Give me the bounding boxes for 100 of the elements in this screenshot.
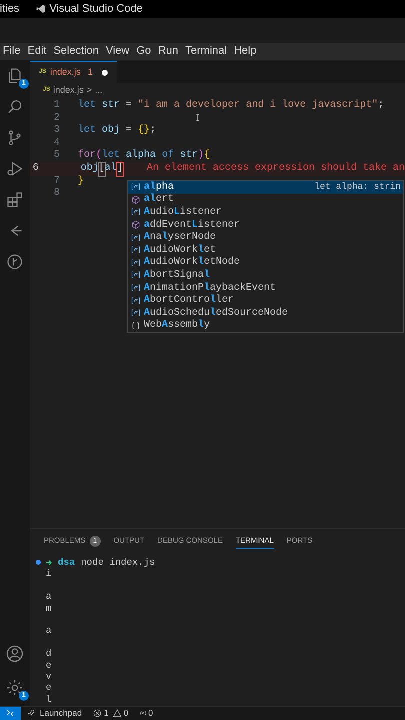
menu-item[interactable]: Help bbox=[234, 43, 257, 60]
suggestion-item[interactable]: addEventListener bbox=[128, 218, 403, 232]
line-number: 5 bbox=[52, 150, 60, 163]
suggestion-label: AnalyserNode bbox=[144, 230, 218, 244]
code-token: } bbox=[78, 176, 84, 188]
menu-item[interactable]: File bbox=[3, 43, 21, 60]
code-token: obj bbox=[101, 125, 120, 138]
cube-icon bbox=[131, 194, 141, 205]
code-token: "i am a developer and i love javascript" bbox=[138, 100, 378, 113]
terminal-output-line: l bbox=[45, 694, 53, 706]
ports-count[interactable]: 0 bbox=[148, 707, 154, 720]
code-token: ( bbox=[96, 150, 102, 162]
menu-item[interactable]: Run bbox=[158, 43, 178, 60]
menu-item[interactable]: View bbox=[106, 43, 130, 60]
breadcrumb-item[interactable]: ... bbox=[95, 84, 103, 98]
terminal-output-line: a bbox=[45, 591, 53, 603]
menu-item[interactable]: Edit bbox=[28, 43, 47, 60]
code-token: str bbox=[179, 150, 198, 162]
run-debug-icon[interactable] bbox=[6, 160, 24, 178]
breadcrumb-item[interactable]: index.js bbox=[53, 84, 84, 98]
code-token: ; bbox=[150, 125, 156, 138]
terminal-output-line: a bbox=[45, 625, 53, 637]
suggestion-label: AudioListener bbox=[144, 206, 224, 220]
variable-icon bbox=[131, 270, 141, 280]
terminal-command: node index.js bbox=[81, 557, 156, 568]
suggestion-label: AbortSignal bbox=[144, 268, 212, 282]
suggestion-label: alert bbox=[144, 192, 176, 206]
braces-icon bbox=[131, 320, 141, 331]
activities-label[interactable]: ities bbox=[0, 0, 20, 18]
problem-count: 1 bbox=[88, 66, 93, 79]
settings-icon[interactable] bbox=[6, 679, 24, 697]
extensions-icon[interactable] bbox=[6, 191, 24, 209]
suggestion-item[interactable]: AudioScheduledSourceNode bbox=[128, 306, 403, 320]
error-bracket: ] bbox=[116, 162, 123, 176]
suggestion-label: AudioWorklet bbox=[144, 244, 218, 256]
arrow-icon bbox=[45, 558, 53, 567]
variable-icon bbox=[131, 232, 141, 243]
source-control-icon[interactable] bbox=[6, 129, 24, 147]
code-token: let bbox=[78, 125, 96, 138]
suggestion-item[interactable]: AudioWorklet bbox=[128, 244, 403, 257]
suggestion-label: AudioScheduledSourceNode bbox=[144, 306, 290, 320]
error-icon[interactable] bbox=[93, 709, 102, 718]
suggestion-item[interactable]: AudioWorkletNode bbox=[128, 256, 403, 270]
suggestion-item[interactable]: AnimationPlaybackEvent bbox=[128, 282, 403, 294]
line-number: 4 bbox=[52, 138, 60, 150]
files-icon[interactable] bbox=[6, 67, 24, 85]
code-token: let bbox=[78, 100, 96, 113]
code-token: of bbox=[161, 150, 174, 162]
launchpad-label[interactable]: Launchpad bbox=[40, 707, 82, 720]
search-icon[interactable] bbox=[6, 98, 24, 116]
warning-count[interactable]: 0 bbox=[124, 707, 129, 720]
prompt-directory: dsa bbox=[58, 557, 76, 568]
breadcrumb-separator: > bbox=[86, 84, 92, 97]
code-token: alpha bbox=[125, 150, 156, 163]
rocket-icon[interactable] bbox=[27, 709, 36, 718]
variable-icon bbox=[131, 258, 141, 268]
suggestion-item[interactable]: alpha let alpha: strin bbox=[128, 181, 403, 194]
inline-error-message: An element access expression should take an bbox=[146, 162, 405, 176]
variable-icon bbox=[131, 296, 141, 306]
suggestion-item[interactable]: AnalyserNode bbox=[128, 231, 403, 244]
code-token: {} bbox=[138, 125, 150, 138]
text-cursor-icon bbox=[194, 112, 202, 124]
variable-icon bbox=[131, 308, 141, 318]
line-number: 7 bbox=[52, 176, 60, 188]
suggestion-item[interactable]: alert bbox=[128, 194, 403, 206]
suggestion-item[interactable]: WebAssembly bbox=[128, 320, 403, 332]
remote-button[interactable] bbox=[0, 706, 21, 720]
suggestion-label: addEventListener bbox=[144, 218, 242, 232]
suggestion-label: AbortController bbox=[144, 294, 236, 308]
code-token: al bbox=[104, 162, 117, 176]
app-title: Visual Studio Code bbox=[50, 2, 143, 17]
account-icon[interactable] bbox=[6, 645, 24, 663]
code-token: for bbox=[78, 150, 96, 162]
error-count[interactable]: 1 bbox=[104, 707, 109, 720]
line-number: 2 bbox=[52, 112, 60, 125]
code-token: obj bbox=[80, 162, 99, 176]
branch-circle-icon[interactable] bbox=[6, 253, 24, 271]
terminal-output-line: e bbox=[45, 682, 53, 694]
line-number: 1 bbox=[52, 100, 60, 113]
cube-icon bbox=[131, 220, 141, 230]
app-logo-icon bbox=[36, 4, 46, 14]
warning-icon[interactable] bbox=[112, 709, 122, 718]
terminal-output-line: e bbox=[45, 660, 53, 671]
suggestion-item[interactable]: AbortController bbox=[128, 294, 403, 307]
menu-item[interactable]: Selection bbox=[54, 43, 99, 60]
tab-label: index.js bbox=[50, 66, 81, 79]
code-token: str bbox=[101, 100, 120, 113]
suggestion-detail: let alpha: strin bbox=[314, 180, 401, 194]
line-number: 6 bbox=[32, 162, 39, 176]
terminal-output-line: d bbox=[45, 648, 53, 660]
line-number: 3 bbox=[52, 125, 60, 138]
menu-item[interactable]: Go bbox=[136, 43, 152, 60]
code-token: = bbox=[125, 125, 134, 138]
variable-icon bbox=[131, 207, 141, 218]
menu-item[interactable]: Terminal bbox=[186, 43, 228, 60]
suggestion-item[interactable]: AudioListener bbox=[128, 206, 403, 219]
suggestion-item[interactable]: AbortSignal bbox=[128, 269, 403, 282]
remote-icon bbox=[6, 709, 15, 718]
broadcast-icon[interactable] bbox=[138, 709, 148, 718]
variable-icon bbox=[131, 283, 141, 294]
